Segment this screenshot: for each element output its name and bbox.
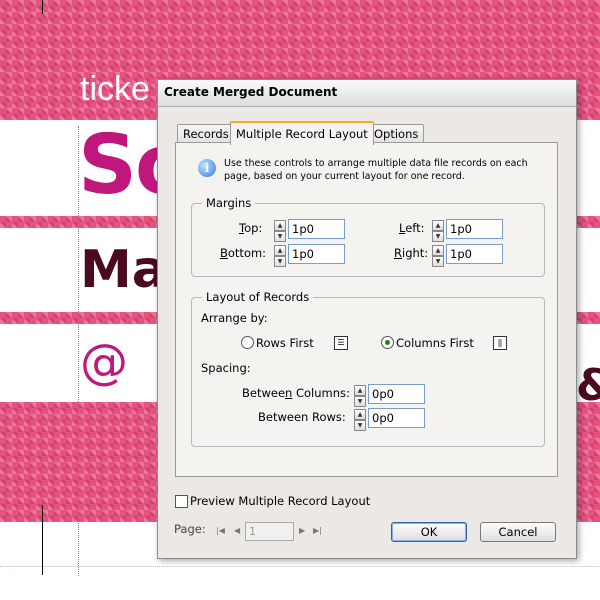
between-columns-label: Between Columns: bbox=[242, 386, 350, 400]
bg-text-subhead: Ma bbox=[80, 240, 167, 300]
arrange-by-label: Arrange by: bbox=[201, 311, 268, 325]
bg-text-right: & bbox=[576, 360, 600, 411]
left-margin-field[interactable]: 1p0 bbox=[446, 219, 503, 239]
crop-mark-top bbox=[42, 0, 43, 14]
cancel-button[interactable]: Cancel bbox=[480, 522, 556, 542]
layout-group-label: Layout of Records bbox=[202, 290, 314, 304]
crop-mark-bottom bbox=[42, 505, 43, 575]
rows-first-icon: ☰ bbox=[334, 336, 348, 350]
create-merged-document-dialog: Create Merged Document Records Multiple … bbox=[157, 79, 577, 559]
tab-multiple-record-layout[interactable]: Multiple Record Layout bbox=[230, 121, 374, 145]
margins-group: Margins Top: ▲ ▼ 1p0 Bottom: ▲ ▼ 1p0 Left:… bbox=[191, 196, 545, 277]
info-text: Use these controls to arrange multiple d… bbox=[224, 158, 528, 182]
bleed-guide-bottom bbox=[0, 566, 600, 567]
between-rows-label: Between Rows: bbox=[258, 410, 346, 424]
previous-page-icon[interactable]: ◀ bbox=[234, 526, 240, 535]
first-page-icon[interactable]: |◀ bbox=[216, 526, 225, 535]
between-rows-stepper[interactable]: ▲ ▼ bbox=[354, 409, 366, 431]
last-page-icon[interactable]: ▶| bbox=[313, 526, 322, 535]
preview-label[interactable]: Preview Multiple Record Layout bbox=[190, 494, 370, 508]
right-margin-field[interactable]: 1p0 bbox=[446, 244, 503, 264]
dialog-title: Create Merged Document bbox=[164, 85, 338, 99]
columns-first-label[interactable]: Columns First bbox=[396, 336, 474, 350]
tab-panel: i Use these controls to arrange multiple… bbox=[175, 142, 558, 477]
next-page-icon[interactable]: ▶ bbox=[299, 526, 305, 535]
tab-records[interactable]: Records bbox=[177, 124, 235, 143]
between-rows-field[interactable]: 0p0 bbox=[368, 408, 425, 428]
left-stepper[interactable]: ▲ ▼ bbox=[432, 220, 444, 242]
rows-first-label[interactable]: Rows First bbox=[256, 336, 314, 350]
layout-of-records-group: Layout of Records Arrange by: Rows First… bbox=[191, 290, 545, 447]
preview-checkbox[interactable] bbox=[175, 495, 188, 508]
bottom-margin-field[interactable]: 1p0 bbox=[288, 244, 345, 264]
ok-button[interactable]: OK bbox=[391, 522, 467, 542]
left-label: Left: bbox=[399, 221, 425, 235]
right-label: Right: bbox=[394, 246, 429, 260]
tab-options[interactable]: Options bbox=[368, 124, 425, 143]
info-icon: i bbox=[198, 159, 216, 177]
spacing-label: Spacing: bbox=[201, 361, 251, 375]
margins-group-label: Margins bbox=[202, 196, 256, 210]
dialog-titlebar[interactable]: Create Merged Document bbox=[158, 80, 576, 107]
bottom-label: Bottom: bbox=[220, 246, 267, 260]
page-number-field[interactable]: 1 bbox=[245, 522, 294, 541]
rows-first-radio[interactable] bbox=[241, 336, 254, 349]
columns-first-icon: ‖ bbox=[493, 336, 507, 350]
top-stepper[interactable]: ▲ ▼ bbox=[274, 220, 286, 242]
columns-first-radio[interactable] bbox=[381, 336, 394, 349]
page-label: Page: bbox=[174, 522, 206, 536]
top-label: Top: bbox=[239, 221, 263, 235]
bottom-stepper[interactable]: ▲ ▼ bbox=[274, 245, 286, 267]
bg-text-at: @ bbox=[80, 334, 128, 390]
right-stepper[interactable]: ▲ ▼ bbox=[432, 245, 444, 267]
between-columns-stepper[interactable]: ▲ ▼ bbox=[354, 385, 366, 407]
between-columns-field[interactable]: 0p0 bbox=[368, 384, 425, 404]
bg-text-ticket: ticke bbox=[80, 70, 150, 108]
top-margin-field[interactable]: 1p0 bbox=[288, 219, 345, 239]
